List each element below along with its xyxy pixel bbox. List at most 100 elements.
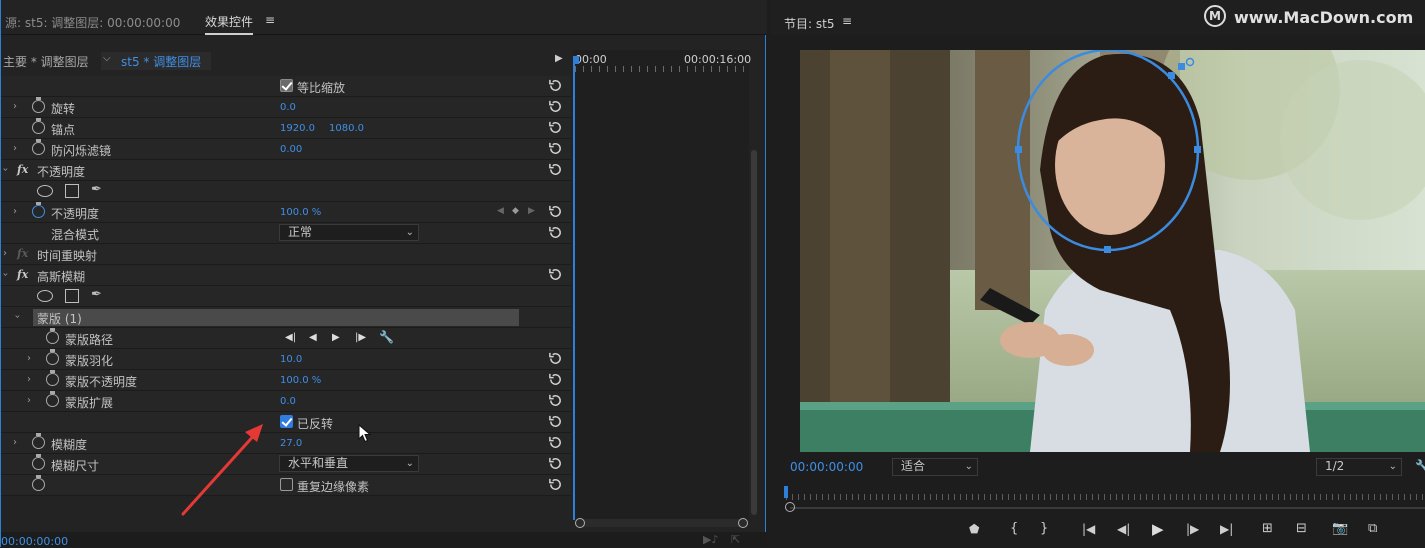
fit-select[interactable]: 适合 ⌄ — [892, 458, 978, 476]
reset-icon[interactable] — [548, 414, 563, 429]
monitor-zoom-bar[interactable] — [790, 507, 1425, 509]
go-to-in-icon[interactable]: |◀ — [1082, 522, 1095, 536]
lift-icon[interactable]: ⊞ — [1262, 521, 1273, 536]
mask-feather-value[interactable]: 10.0 — [280, 354, 302, 365]
breadcrumb-master[interactable]: 主要 * 调整图层 — [3, 53, 89, 70]
chevron-down-icon[interactable]: › — [12, 315, 23, 319]
track-forward-icon[interactable]: ▶ — [332, 332, 340, 343]
wrench-icon[interactable]: 🔧 — [379, 330, 394, 344]
track-backward-icon[interactable]: ◀ — [309, 332, 317, 343]
audio-only-icon[interactable]: ▶♪ — [703, 533, 718, 546]
source-tab[interactable]: 源: st5: 调整图层: 00:00:00:00 — [5, 14, 180, 31]
mask-opacity-value[interactable]: 100.0 % — [280, 375, 321, 386]
reset-icon[interactable] — [548, 78, 563, 93]
reset-icon[interactable] — [548, 393, 563, 408]
export-icon[interactable]: ⇱ — [731, 533, 740, 546]
stopwatch-icon[interactable] — [32, 97, 45, 113]
mark-in-icon[interactable]: { — [1010, 521, 1018, 536]
zoom-handle-left[interactable] — [575, 518, 585, 528]
zoom-scrollbar[interactable] — [575, 519, 747, 527]
monitor-time-ruler[interactable] — [786, 494, 1425, 500]
anchor-x-value[interactable]: 1920.0 — [280, 123, 315, 134]
blend-mode-select[interactable]: 正常 ⌄ — [279, 224, 419, 241]
rectangle-mask-icon[interactable] — [65, 184, 79, 198]
mask-feather-handle[interactable] — [1168, 72, 1175, 79]
ellipse-mask-icon[interactable] — [37, 185, 53, 197]
reset-icon[interactable] — [548, 120, 563, 135]
chevron-down-icon[interactable]: › — [0, 273, 11, 277]
uniform-scale-checkbox[interactable] — [280, 79, 293, 92]
stopwatch-icon[interactable] — [46, 328, 59, 344]
step-back-icon[interactable]: ◀| — [1117, 522, 1130, 536]
reset-icon[interactable] — [548, 456, 563, 471]
reset-icon[interactable] — [548, 162, 563, 177]
rotation-value[interactable]: 0.0 — [280, 102, 296, 113]
reset-icon[interactable] — [548, 204, 563, 219]
fx-icon[interactable]: fx — [17, 163, 28, 176]
ellipse-mask-icon[interactable] — [37, 290, 53, 302]
mask-vertex-handle[interactable] — [1194, 146, 1201, 153]
stopwatch-icon[interactable] — [46, 391, 59, 407]
rectangle-mask-icon[interactable] — [65, 289, 79, 303]
stopwatch-icon[interactable] — [32, 475, 45, 491]
playhead[interactable] — [573, 56, 575, 520]
monitor-playhead[interactable] — [784, 486, 788, 498]
pen-icon[interactable]: ✒ — [91, 182, 102, 197]
mask-selected-bar[interactable] — [33, 309, 519, 326]
stopwatch-icon[interactable] — [32, 202, 45, 218]
zoom-handle-left[interactable] — [785, 502, 795, 512]
stopwatch-icon[interactable] — [32, 433, 45, 449]
program-timecode[interactable]: 00:00:00:00 — [790, 460, 863, 474]
mask-expansion-handle[interactable] — [1178, 63, 1185, 70]
blurriness-value[interactable]: 27.0 — [280, 438, 302, 449]
chevron-down-icon[interactable]: › — [0, 168, 11, 172]
vertical-scrollbar[interactable] — [751, 150, 757, 515]
stopwatch-icon[interactable] — [32, 139, 45, 155]
playhead-handle[interactable] — [573, 56, 579, 64]
step-forward-icon[interactable]: |▶ — [1186, 522, 1199, 536]
mark-out-icon[interactable]: } — [1040, 521, 1048, 536]
extract-icon[interactable]: ⊟ — [1296, 521, 1307, 536]
footer-timecode[interactable]: 00:00:00:00 — [1, 535, 68, 548]
go-to-out-icon[interactable]: ▶| — [1220, 522, 1233, 536]
prev-keyframe-icon[interactable]: ◀ — [497, 206, 504, 216]
zoom-handle-right[interactable] — [738, 518, 748, 528]
inverted-checkbox[interactable] — [280, 415, 293, 428]
stopwatch-icon[interactable] — [32, 118, 45, 134]
add-keyframe-icon[interactable]: ◆ — [512, 206, 519, 216]
mask-vertex-handle[interactable] — [1104, 246, 1111, 253]
fx-icon[interactable]: fx — [17, 247, 28, 260]
mask-expansion-value[interactable]: 0.0 — [280, 396, 296, 407]
stopwatch-icon[interactable] — [46, 370, 59, 386]
comparison-view-icon[interactable]: ⧉ — [1368, 521, 1377, 536]
chevron-right-icon[interactable]: › — [13, 143, 17, 154]
program-monitor-title[interactable]: 节目: st5 — [784, 15, 834, 32]
chevron-right-icon[interactable]: › — [13, 101, 17, 112]
reset-icon[interactable] — [548, 225, 563, 240]
reset-icon[interactable] — [548, 99, 563, 114]
camera-icon[interactable]: 📷 — [1332, 521, 1348, 536]
antiflicker-value[interactable]: 0.00 — [280, 144, 302, 155]
stopwatch-icon[interactable] — [32, 454, 45, 470]
repeat-edge-checkbox[interactable] — [280, 478, 293, 491]
chevron-right-icon[interactable]: › — [3, 248, 7, 259]
reset-icon[interactable] — [548, 351, 563, 366]
play-icon[interactable]: ▶ — [1152, 520, 1164, 538]
fx-icon[interactable]: fx — [17, 268, 28, 281]
effect-timeline[interactable]: 00:00 00:00:16:00 — [573, 50, 757, 520]
add-marker-icon[interactable]: ⬟ — [969, 522, 979, 536]
chevron-right-icon[interactable]: › — [27, 395, 31, 406]
pen-icon[interactable]: ✒ — [91, 287, 102, 302]
mask-vertex-handle[interactable] — [1015, 146, 1022, 153]
next-keyframe-icon[interactable]: ▶ — [528, 206, 535, 216]
resolution-select[interactable]: 1/2 ⌄ — [1316, 458, 1402, 476]
chevron-right-icon[interactable]: › — [13, 206, 17, 217]
hamburger-icon[interactable]: ≡ — [842, 14, 852, 28]
hamburger-icon[interactable]: ≡ — [265, 13, 275, 27]
chevron-right-icon[interactable]: › — [27, 353, 31, 364]
anchor-y-value[interactable]: 1080.0 — [329, 123, 364, 134]
reset-icon[interactable] — [548, 477, 563, 492]
chevron-right-icon[interactable]: › — [27, 374, 31, 385]
tab-effect-controls[interactable]: 效果控件 — [205, 13, 254, 35]
breadcrumb-clip[interactable]: st5 * 调整图层 — [121, 53, 201, 70]
